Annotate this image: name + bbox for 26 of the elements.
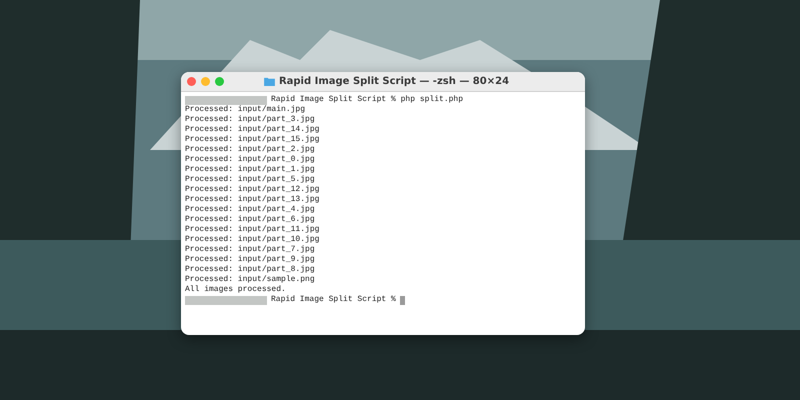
- output-text: Processed: input/part_4.jpg: [185, 205, 315, 215]
- output-text: Processed: input/part_1.jpg: [185, 165, 315, 175]
- output-text: Processed: input/part_11.jpg: [185, 225, 320, 235]
- output-text: Processed: input/part_7.jpg: [185, 245, 315, 255]
- output-text: Processed: input/part_6.jpg: [185, 215, 315, 225]
- output-text: Processed: input/sample.png: [185, 275, 315, 285]
- zoom-button[interactable]: [215, 77, 224, 86]
- close-button[interactable]: [187, 77, 196, 86]
- output-text: Processed: input/main.jpg: [185, 105, 306, 115]
- output-text: Processed: input/part_3.jpg: [185, 115, 315, 125]
- prompt-text: Rapid Image Split Script % php split.php: [271, 95, 464, 105]
- output-text: Processed: input/part_15.jpg: [185, 135, 320, 145]
- output-text: Processed: input/part_9.jpg: [185, 255, 315, 265]
- output-text: Processed: input/part_10.jpg: [185, 235, 320, 245]
- output-text: Processed: input/part_14.jpg: [185, 125, 320, 135]
- window-title: Rapid Image Split Script — -zsh — 80×24: [278, 76, 510, 87]
- prompt-text: Rapid Image Split Script %: [271, 295, 396, 305]
- output-text: All images processed.: [185, 285, 286, 295]
- output-text: Processed: input/part_5.jpg: [185, 175, 315, 185]
- output-text: Processed: input/part_12.jpg: [185, 185, 320, 195]
- minimize-button[interactable]: [201, 77, 210, 86]
- output-text: Processed: input/part_2.jpg: [185, 145, 315, 155]
- output-text: Processed: input/part_13.jpg: [185, 195, 320, 205]
- output-text: Processed: input/part_0.jpg: [185, 155, 315, 165]
- output-text: Processed: input/part_8.jpg: [185, 265, 315, 275]
- folder-icon: [264, 77, 275, 86]
